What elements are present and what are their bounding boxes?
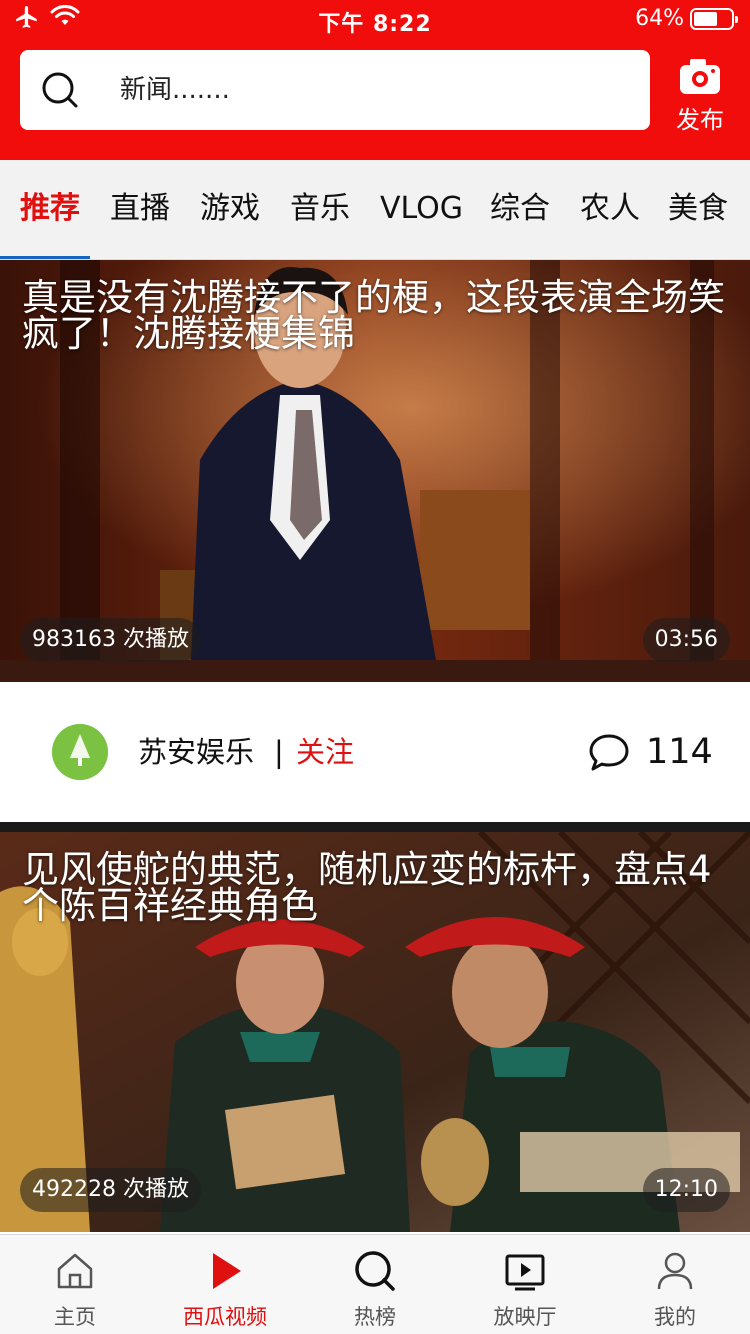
search-icon — [355, 1251, 395, 1291]
follow-button[interactable]: 关注 — [296, 682, 354, 822]
nav-home-label: 主页 — [54, 1305, 96, 1329]
battery-icon — [690, 7, 738, 30]
author-avatar[interactable] — [52, 724, 108, 780]
tab-farmers[interactable]: 农人 — [580, 160, 640, 260]
tab-vlog[interactable]: VLOG — [380, 160, 463, 260]
play-icon — [213, 1253, 241, 1289]
camera-icon — [680, 59, 720, 94]
active-tab-indicator — [0, 256, 90, 259]
play-count-badge: 492228 次播放 — [20, 1168, 201, 1212]
publish-label: 发布 — [676, 106, 724, 134]
nav-xigua-video[interactable]: 西瓜视频 — [150, 1235, 300, 1334]
nav-xigua-video-label: 西瓜视频 — [183, 1305, 267, 1329]
comment-icon[interactable] — [588, 732, 630, 772]
author-separator: | — [274, 735, 284, 769]
author-name[interactable]: 苏安娱乐 — [138, 682, 254, 822]
home-icon — [57, 1253, 93, 1289]
search-bar[interactable]: 新闻....... — [20, 50, 650, 130]
app-header: 下午 8:22 64% 新闻....... 发布 — [0, 0, 750, 160]
tab-live[interactable]: 直播 — [110, 160, 170, 260]
nav-theater[interactable]: 放映厅 — [450, 1235, 600, 1334]
nav-hot-list-label: 热榜 — [354, 1305, 396, 1329]
video-card[interactable]: 见风使舵的典范，随机应变的标杆，盘点4个陈百祥经典角色 492228 次播放 1… — [0, 832, 750, 1232]
search-icon — [42, 72, 78, 108]
nav-hot-list[interactable]: 热榜 — [300, 1235, 450, 1334]
bottom-nav: 主页 西瓜视频 热榜 放映厅 我的 — [0, 1234, 750, 1334]
search-input[interactable]: 新闻....... — [120, 50, 230, 130]
feed-divider — [0, 822, 750, 832]
video-title[interactable]: 见风使舵的典范，随机应变的标杆，盘点4个陈百祥经典角色 — [22, 851, 732, 924]
user-icon — [657, 1252, 693, 1290]
nav-me-label: 我的 — [654, 1305, 696, 1329]
nav-theater-label: 放映厅 — [493, 1305, 557, 1329]
video-card[interactable]: 真是没有沈腾接不了的梗，这段表演全场笑疯了！沈腾接梗集锦 983163 次播放 … — [0, 260, 750, 682]
battery-percent: 64% — [635, 6, 684, 31]
play-count-badge: 983163 次播放 — [20, 618, 201, 662]
tab-general[interactable]: 综合 — [490, 160, 550, 260]
duration-badge: 12:10 — [642, 1168, 730, 1212]
category-tabs: 推荐 直播 游戏 音乐 VLOG 综合 农人 美食 — [0, 160, 750, 260]
tab-food[interactable]: 美食 — [668, 160, 728, 260]
battery-fill — [694, 11, 717, 26]
status-bar: 下午 8:22 64% — [0, 0, 750, 42]
duration-badge: 03:56 — [642, 618, 730, 662]
video-meta-row: 苏安娱乐 | 关注 114 — [0, 682, 750, 822]
tab-recommend[interactable]: 推荐 — [20, 160, 80, 260]
nav-home[interactable]: 主页 — [0, 1235, 150, 1334]
publish-button[interactable]: 发布 — [662, 56, 738, 136]
status-right: 64% — [635, 6, 738, 31]
comment-count[interactable]: 114 — [646, 682, 713, 822]
nav-me[interactable]: 我的 — [600, 1235, 750, 1334]
tab-games[interactable]: 游戏 — [200, 160, 260, 260]
tab-music[interactable]: 音乐 — [290, 160, 350, 260]
video-title[interactable]: 真是没有沈腾接不了的梗，这段表演全场笑疯了！沈腾接梗集锦 — [22, 279, 732, 352]
screen-play-icon — [505, 1254, 545, 1291]
